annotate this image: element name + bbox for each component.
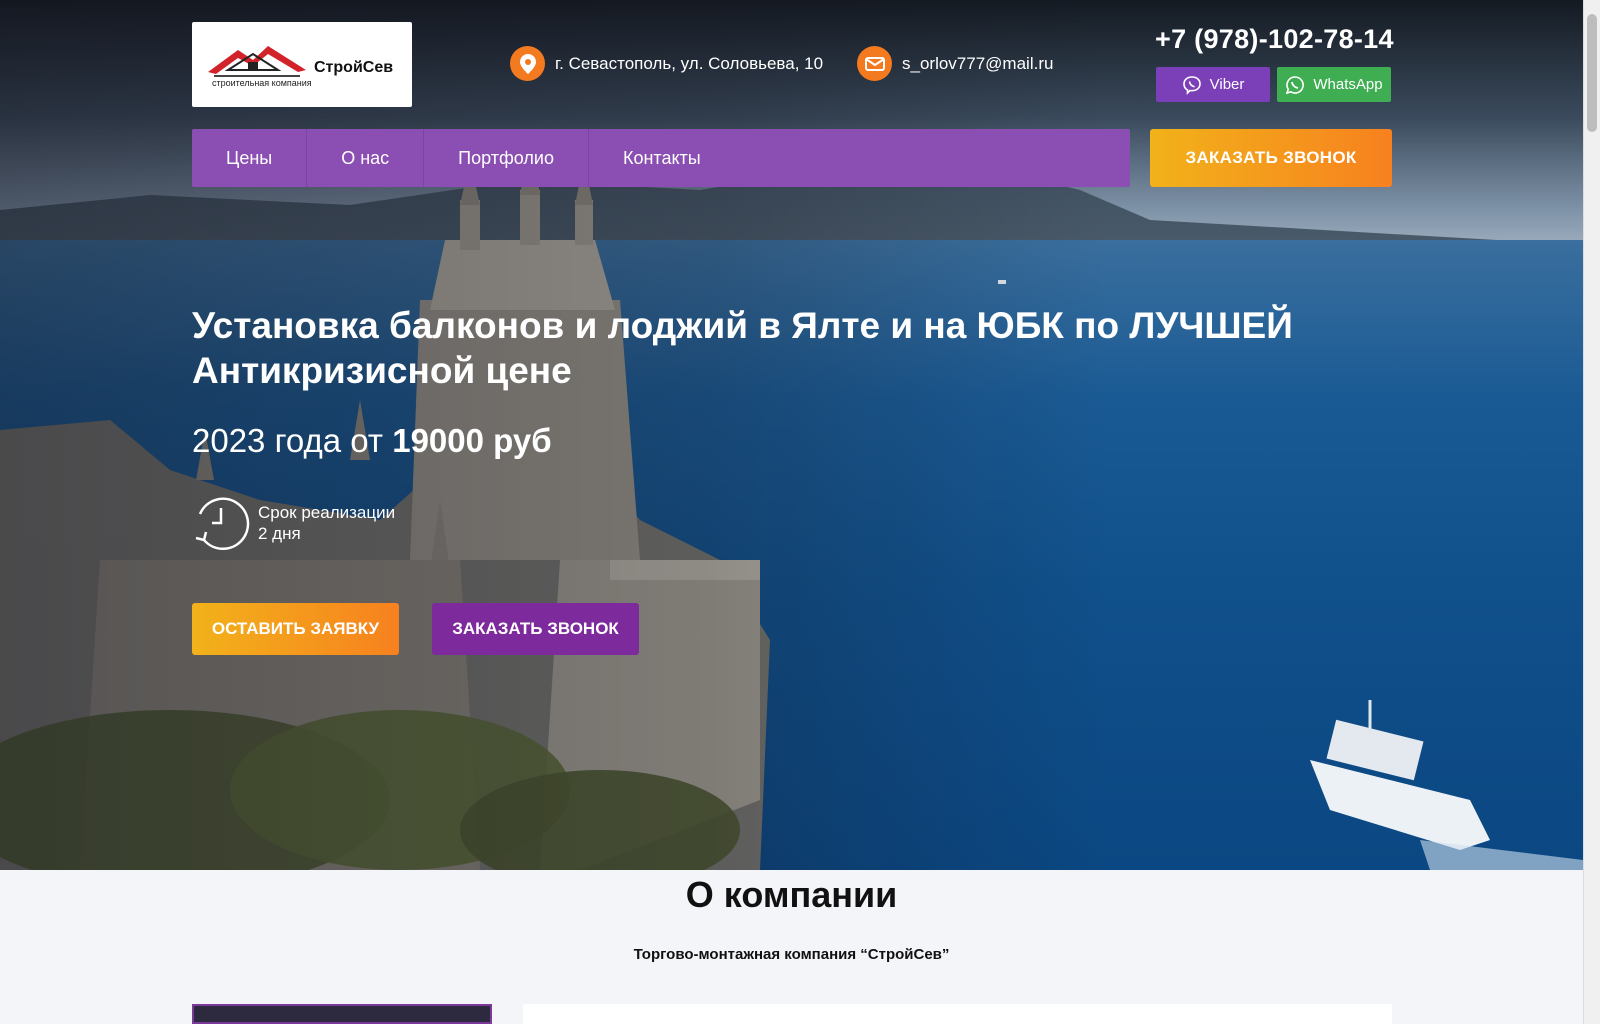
header-address: г. Севастополь, ул. Соловьева, 10 [510, 46, 823, 81]
company-logo[interactable]: СтройСев строительная компания [192, 22, 412, 107]
order-call-button[interactable]: ЗАКАЗАТЬ ЗВОНОК [432, 603, 639, 655]
whatsapp-icon [1286, 75, 1305, 94]
scrollbar-thumb[interactable] [1587, 14, 1597, 132]
nav-item-prices[interactable]: Цены [192, 129, 308, 187]
main-nav: Цены О нас Портфолио Контакты [192, 129, 1130, 187]
price-prefix: 2023 года от [192, 422, 393, 459]
implementation-term: Срок реализации 2 дня [192, 494, 395, 552]
about-subtitle: Торгово-монтажная компания “СтройСев” [633, 946, 950, 963]
phone-number[interactable]: +7 (978)-102-78-14 [1155, 24, 1394, 55]
email-link[interactable]: s_orlov777@mail.ru [902, 54, 1053, 74]
envelope-icon [857, 46, 892, 81]
location-pin-icon [510, 46, 545, 81]
header-email[interactable]: s_orlov777@mail.ru [857, 46, 1053, 81]
price-value: 19000 руб [392, 422, 552, 459]
roof-logo-icon [208, 46, 306, 77]
nav-item-portfolio[interactable]: Портфолио [424, 129, 589, 187]
about-card [523, 1004, 1392, 1024]
hero-title: Установка балконов и лоджий в Ялте и на … [192, 305, 1293, 391]
term-label: Срок реализации [258, 503, 396, 522]
viber-label: Viber [1209, 76, 1245, 93]
term-value: 2 дня [258, 524, 301, 543]
logo-brand-name: СтройСев [314, 59, 394, 76]
about-title: О компании [685, 874, 898, 915]
whatsapp-button[interactable]: WhatsApp [1277, 67, 1391, 102]
leave-request-button[interactable]: ОСТАВИТЬ ЗАЯВКУ [192, 603, 399, 655]
address-text: г. Севастополь, ул. Соловьева, 10 [555, 53, 824, 73]
about-image [192, 1004, 492, 1024]
whatsapp-label: WhatsApp [1313, 76, 1383, 93]
nav-item-about[interactable]: О нас [307, 129, 425, 187]
hero-price: 2023 года от 19000 руб [192, 422, 552, 460]
page: СтройСев строительная компания г. Севаст… [0, 0, 1583, 1024]
order-call-button-top[interactable]: ЗАКАЗАТЬ ЗВОНОК [1150, 129, 1392, 187]
viber-icon [1182, 75, 1201, 95]
about-section: О компании Торгово-монтажная компания “С… [0, 870, 1583, 1024]
viber-button[interactable]: Viber [1156, 67, 1270, 102]
hero-section: СтройСев строительная компания г. Севаст… [0, 0, 1583, 870]
page-scrollbar[interactable] [1583, 0, 1600, 1024]
clock-icon [195, 497, 250, 550]
logo-tagline: строительная компания [212, 78, 312, 88]
nav-item-contacts[interactable]: Контакты [589, 129, 735, 187]
